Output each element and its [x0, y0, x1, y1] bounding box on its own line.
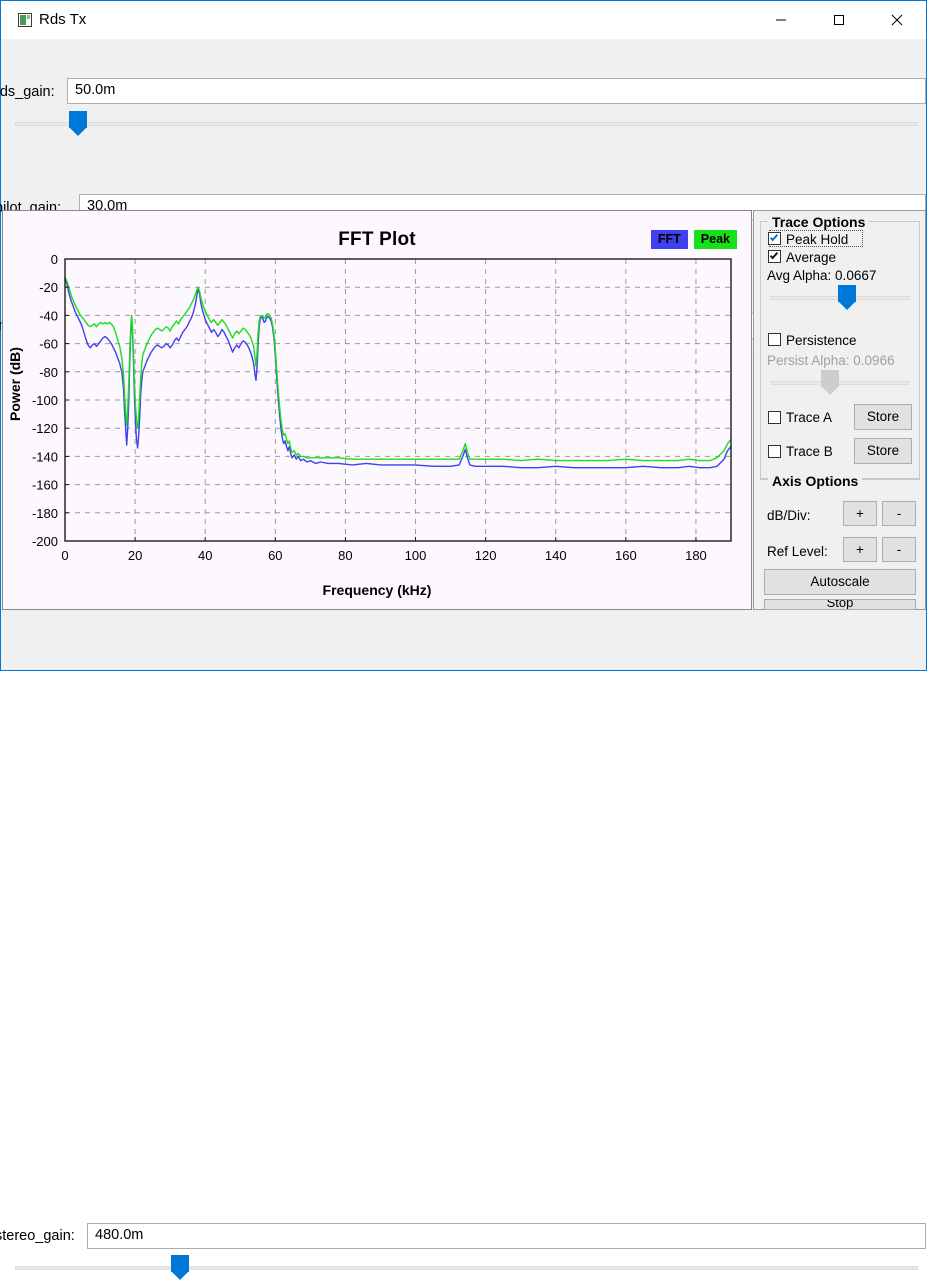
svg-text:-160: -160 — [32, 478, 58, 493]
persist-alpha-label: Persist Alpha: 0.0966 — [767, 353, 895, 368]
persistence-label[interactable]: Persistence — [786, 333, 857, 348]
stereo-gain-slider-track[interactable] — [15, 1266, 918, 1270]
svg-text:60: 60 — [268, 548, 282, 563]
peak-hold-checkbox[interactable] — [768, 232, 781, 245]
svg-text:-60: -60 — [39, 337, 58, 352]
svg-text:20: 20 — [128, 548, 142, 563]
autoscale-button[interactable]: Autoscale — [764, 569, 916, 595]
peak-hold-label[interactable]: Peak Hold — [786, 232, 848, 247]
avg-alpha-label: Avg Alpha: 0.0667 — [767, 268, 877, 283]
svg-text:-40: -40 — [39, 308, 58, 323]
svg-text:140: 140 — [545, 548, 567, 563]
svg-text:0: 0 — [61, 548, 68, 563]
trace-options-title: Trace Options — [768, 214, 870, 230]
avg-alpha-slider-handle[interactable] — [838, 285, 856, 311]
svg-text:40: 40 — [198, 548, 212, 563]
svg-text:160: 160 — [615, 548, 637, 563]
stereo-gain-slider-handle[interactable] — [171, 1255, 190, 1281]
stereo-gain-field[interactable]: 480.0m — [87, 1223, 926, 1249]
svg-text:80: 80 — [338, 548, 352, 563]
trace-b-label[interactable]: Trace B — [786, 444, 833, 459]
plot-canvas-area[interactable]: 0 -20 -40 -60 -80 -100 -120 -140 -160 -180 -200 0 20… — [3, 211, 751, 609]
persist-alpha-slider-handle — [821, 370, 840, 396]
rds-tx-window: Rds Tx rds_gain: 50.0m pilot_gain: 30.0m… — [0, 0, 927, 1280]
svg-text:180: 180 — [685, 548, 707, 563]
svg-text:-140: -140 — [32, 449, 58, 464]
fft-plot-panel: FFT Plot FFT Peak 0 -20 -40 -60 -80 -100 -120-… — [2, 210, 752, 610]
ref-level-label: Ref Level: — [767, 544, 828, 559]
svg-text:-200: -200 — [32, 534, 58, 549]
svg-text:100: 100 — [405, 548, 427, 563]
trace-a-store-button[interactable]: Store — [854, 404, 912, 430]
svg-text:-180: -180 — [32, 506, 58, 521]
db-div-label: dB/Div: — [767, 508, 811, 523]
close-button[interactable] — [874, 1, 920, 39]
y-axis-title: Power (dB) — [7, 347, 23, 421]
param-row-stereo-gain: stereo_gain: 480.0m — [0, 611, 926, 1280]
average-checkbox[interactable] — [768, 250, 781, 263]
trace-b-store-button[interactable]: Store — [854, 438, 912, 464]
stop-button[interactable]: Stop — [764, 599, 916, 610]
param-row-input-gain: input_gain: 900.0m — [0, 156, 926, 371]
stop-button-label: Stop — [826, 599, 854, 610]
svg-text:-100: -100 — [32, 393, 58, 408]
x-axis-title: Frequency (kHz) — [322, 582, 432, 598]
window-title: Rds Tx — [39, 11, 87, 28]
trace-a-checkbox[interactable] — [768, 411, 781, 424]
svg-text:-80: -80 — [39, 365, 58, 380]
persist-alpha-slider-track — [770, 381, 910, 385]
app-icon — [18, 13, 32, 27]
ref-level-decrease-button[interactable]: - — [882, 537, 916, 562]
svg-text:0: 0 — [51, 252, 58, 267]
param-row-pilot-gain: pilot_gain: 30.0m — [0, 97, 926, 252]
db-div-increase-button[interactable]: + — [843, 501, 877, 526]
db-div-decrease-button[interactable]: - — [882, 501, 916, 526]
persistence-checkbox[interactable] — [768, 333, 781, 346]
maximize-button[interactable] — [816, 1, 862, 39]
stereo-gain-label: stereo_gain: — [0, 1228, 75, 1244]
svg-text:120: 120 — [475, 548, 497, 563]
average-label[interactable]: Average — [786, 250, 836, 265]
trace-a-label[interactable]: Trace A — [786, 410, 832, 425]
title-bar: Rds Tx — [1, 1, 926, 39]
param-row-rds-gain: rds_gain: 50.0m — [0, 39, 926, 136]
options-side-panel: Trace Options Peak Hold Average Avg Alph… — [753, 210, 926, 610]
axis-options-title: Axis Options — [768, 473, 863, 489]
svg-text:-120: -120 — [32, 421, 58, 436]
fft-chart[interactable]: 0-20-40-60-80-100-120-140-160-180-2000 20… — [3, 211, 751, 609]
minimize-button[interactable] — [758, 1, 804, 39]
svg-text:-20: -20 — [39, 280, 58, 295]
trace-b-checkbox[interactable] — [768, 445, 781, 458]
ref-level-increase-button[interactable]: + — [843, 537, 877, 562]
